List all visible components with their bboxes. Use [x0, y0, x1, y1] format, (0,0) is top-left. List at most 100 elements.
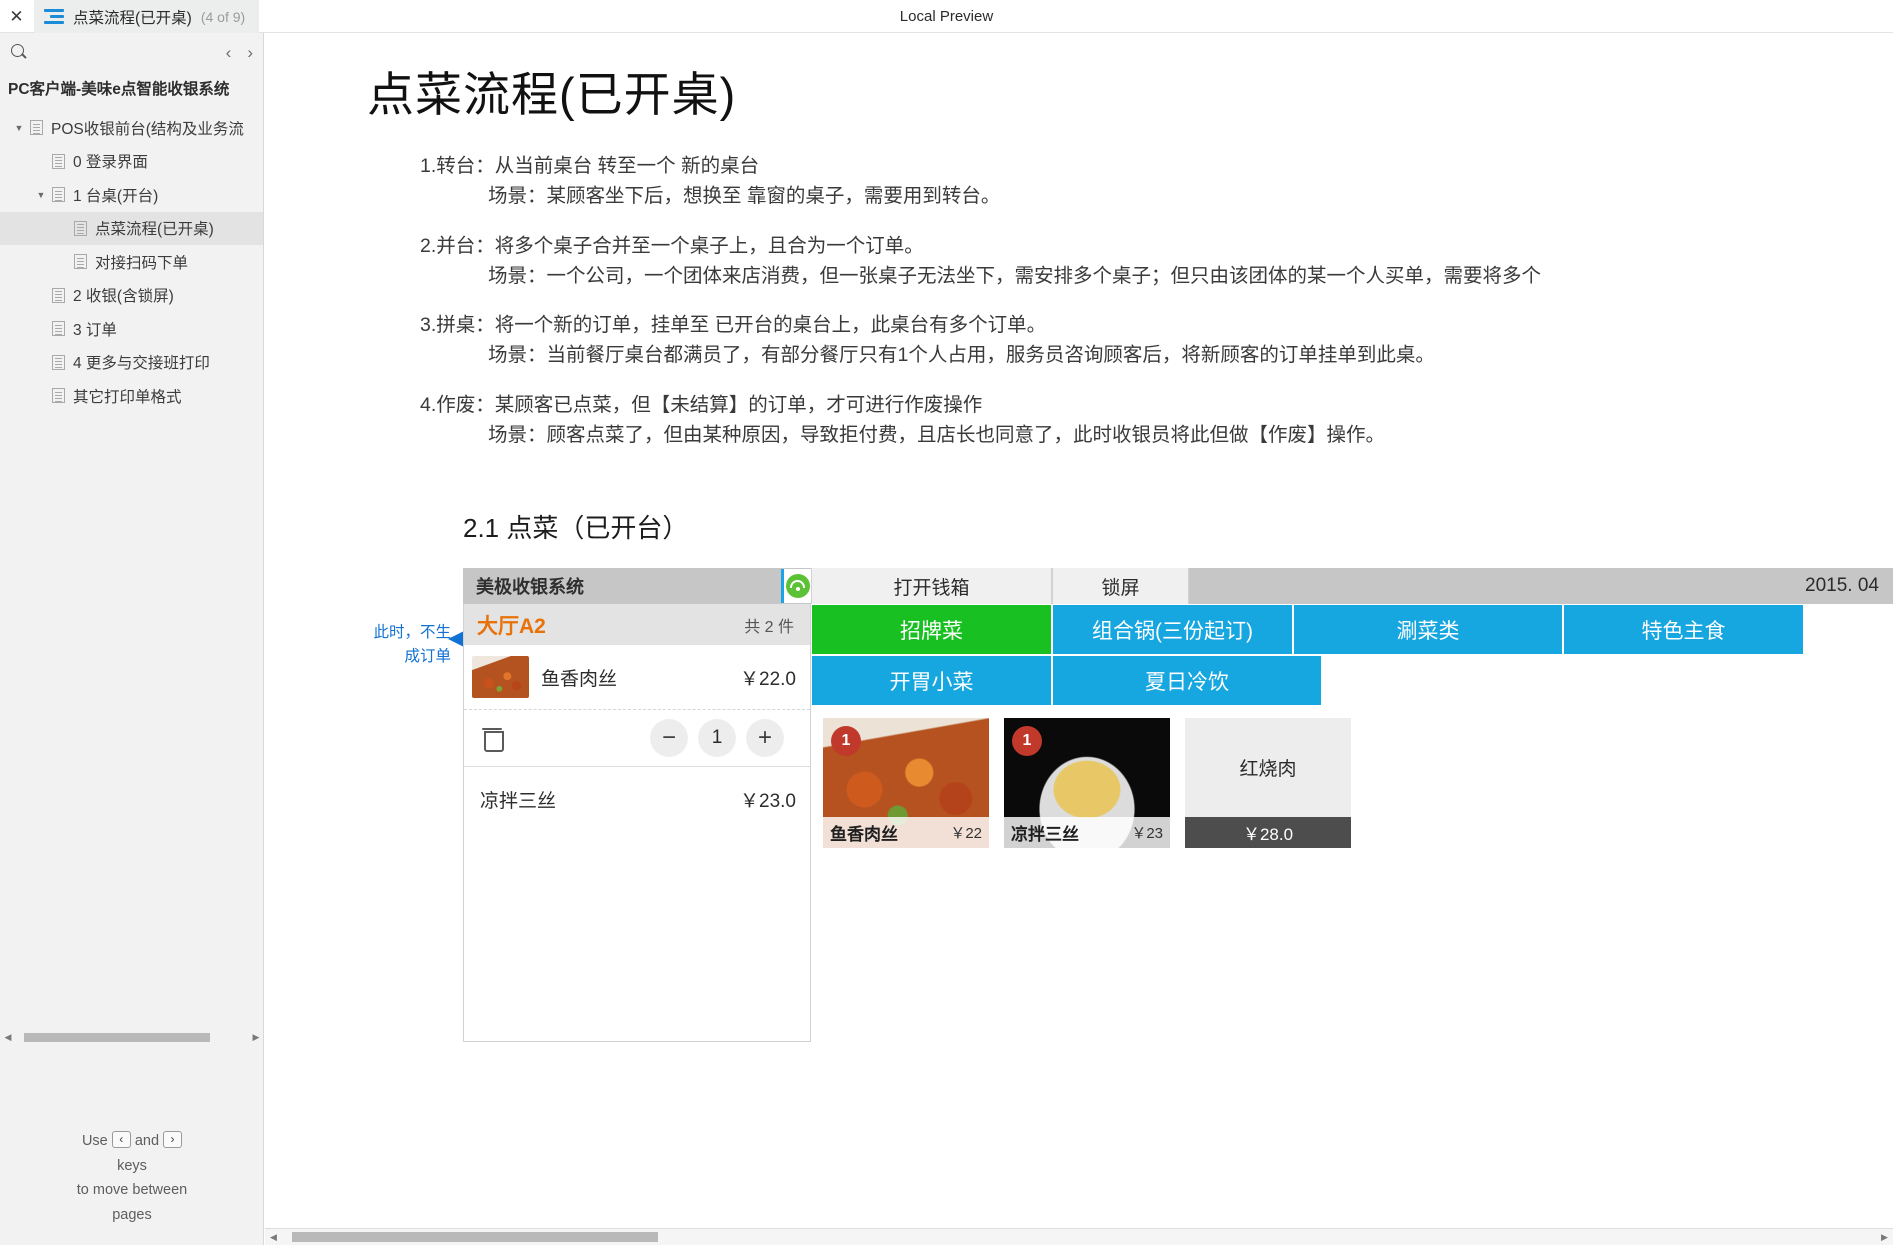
sidebar-item-0[interactable]: ▼ POS收银前台(结构及业务流 — [0, 111, 263, 145]
dish-name: 凉拌三丝 — [1011, 825, 1079, 844]
decrement-button[interactable]: − — [650, 719, 688, 757]
bullet-line-scenario: 场景：顾客点菜了，但由某种原因，导致拒付费，且店长也同意了，此时收银员将此但做【… — [488, 423, 1386, 446]
sidebar-toolbar: ‹ › — [0, 33, 263, 71]
dish-price: ￥22 — [950, 825, 982, 842]
category-button-4[interactable]: 开胃小菜 — [811, 655, 1052, 706]
keyboard-help: Use ‹ and › keys to move between pages — [0, 1129, 264, 1227]
category-button-1[interactable]: 组合锅(三份起订) — [1052, 604, 1293, 655]
chevron-down-icon[interactable]: ▼ — [8, 123, 30, 133]
dish-card[interactable]: 1 凉拌三丝 ￥23 — [1004, 718, 1170, 848]
order-item-price: ￥22.0 — [740, 668, 796, 690]
dish-grid: 1 鱼香肉丝 ￥22 1 凉拌三丝 ￥23 红烧肉 ￥28.0 — [811, 706, 1893, 848]
bullet-line-primary: 1.转台：从当前桌台 转至一个 新的桌台 — [420, 155, 760, 177]
app-root: Local Preview ✕ 点菜流程(已开桌) (4 of 9) ‹ › P… — [0, 0, 1893, 1245]
scroll-right-icon[interactable]: ▶ — [1876, 1232, 1893, 1243]
key-left-icon: ‹ — [111, 1131, 131, 1148]
local-preview-label: Local Preview — [899, 8, 994, 25]
sidebar-item-label: POS收银前台(结构及业务流 — [51, 120, 244, 138]
quantity-stepper: − 1 + — [650, 719, 784, 757]
menu-panel: 招牌菜 组合锅(三份起订) 涮菜类 特色主食开胃小菜 夏日冷饮 1 鱼香肉丝 ￥22 — [811, 604, 1893, 1042]
quantity-value: 1 — [698, 719, 736, 757]
increment-button[interactable]: + — [746, 719, 784, 757]
sidebar-item-label: 1 台桌(开台) — [73, 187, 159, 205]
sidebar-item-label: 点菜流程(已开桌) — [95, 221, 214, 239]
next-page-button[interactable]: › — [247, 44, 253, 61]
bullet-list: 1.转台：从当前桌台 转至一个 新的桌台场景：某顾客坐下后，想换至 靠窗的桌子，… — [420, 151, 1893, 469]
pos-screenshot: 美极收银系统 打开钱箱 锁屏 2015. 04 大厅A2 共 2 件 鱼香肉丝 — [463, 568, 1893, 1042]
scroll-track[interactable] — [16, 1032, 248, 1042]
pos-brand: 美极收银系统 — [463, 568, 811, 604]
bullet-line-scenario: 场景：一个公司，一个团体来店消费，但一张桌子无法坐下，需安排多个桌子；但只由该团… — [488, 264, 1542, 287]
scroll-left-icon[interactable]: ◀ — [265, 1232, 282, 1243]
dish-price: ￥23 — [1131, 825, 1163, 842]
prev-page-button[interactable]: ‹ — [226, 44, 232, 61]
order-item-name: 鱼香肉丝 — [541, 668, 618, 690]
scroll-thumb[interactable] — [24, 1032, 210, 1042]
category-button-3[interactable]: 特色主食 — [1563, 604, 1804, 655]
document-icon — [52, 153, 65, 169]
sidebar-item-label: 4 更多与交接班打印 — [73, 355, 210, 373]
document-tab[interactable]: 点菜流程(已开桌) (4 of 9) — [34, 0, 260, 33]
pos-datetime: 2015. 04 — [1189, 568, 1893, 604]
sidebar-horizontal-scrollbar[interactable]: ◀ ▶ — [0, 1029, 264, 1045]
bullet-line-scenario: 场景：当前餐厅桌台都满员了，有部分餐厅只有1个人占用，服务员咨询顾客后，将新顾客… — [488, 344, 1435, 366]
bullet-item: 4.作废：某顾客已点菜，但【未结算】的订单，才可进行作废操作 场景：顾客点菜了，但… — [420, 390, 1893, 450]
chevron-down-icon[interactable]: ▼ — [30, 190, 52, 200]
bullet-line-primary: 3.拼桌：将一个新的订单，挂单至 已开台的桌台上，此桌台有多个订单。 — [420, 314, 1047, 336]
order-item-count: 共 2 件 — [744, 618, 794, 636]
hamburger-menu-icon[interactable] — [44, 9, 64, 24]
trash-icon[interactable] — [482, 727, 504, 752]
order-item-row[interactable]: 凉拌三丝 ￥23.0 — [464, 767, 810, 831]
sidebar-item-label: 其它打印单格式 — [73, 388, 182, 406]
sidebar-nav-buttons: ‹ › — [226, 44, 253, 61]
dish-caption: 鱼香肉丝 ￥22 — [823, 817, 989, 848]
document-canvas: 点菜流程(已开桌) 1.转台：从当前桌台 转至一个 新的桌台场景：某顾客坐下后，… — [265, 33, 1893, 1245]
tab-title: 点菜流程(已开桌) — [73, 9, 192, 27]
help-and-label: and — [134, 1133, 160, 1149]
close-icon[interactable]: ✕ — [0, 0, 33, 33]
tab-page-count: (4 of 9) — [200, 8, 246, 25]
order-item-row[interactable]: 鱼香肉丝 ￥22.0 — [464, 645, 810, 709]
open-cash-drawer-button[interactable]: 打开钱箱 — [811, 568, 1052, 604]
sidebar-item-8[interactable]: 其它打印单格式 — [0, 379, 263, 413]
sidebar-item-1[interactable]: 0 登录界面 — [0, 145, 263, 179]
document-icon — [74, 220, 87, 236]
sidebar: ‹ › PC客户端-美味e点智能收银系统 ▼ POS收银前台(结构及业务流 0 登录… — [0, 33, 264, 1245]
document-icon — [52, 388, 65, 404]
search-icon[interactable] — [10, 43, 28, 61]
category-grid: 招牌菜 组合锅(三份起订) 涮菜类 特色主食开胃小菜 夏日冷饮 — [811, 604, 1893, 706]
category-button-5[interactable]: 夏日冷饮 — [1052, 655, 1322, 706]
sidebar-item-6[interactable]: 3 订单 — [0, 312, 263, 346]
page-title: 点菜流程(已开桌) — [367, 68, 737, 121]
annotation-text: 此时，不生 成订单 — [353, 621, 451, 669]
sidebar-item-5[interactable]: 2 收银(含锁屏) — [0, 279, 263, 313]
help-line-2: keys — [117, 1157, 147, 1174]
dish-card[interactable]: 红烧肉 ￥28.0 — [1185, 718, 1351, 848]
annotation-line-1: 此时，不生 — [373, 624, 451, 641]
scroll-left-icon[interactable]: ◀ — [0, 1032, 16, 1043]
wifi-icon — [781, 569, 811, 603]
sidebar-item-label: 0 登录界面 — [73, 154, 148, 172]
bullet-item: 2.并台：将多个桌子合并至一个桌子上，且合为一个订单。 场景：一个公司，一个团体来… — [420, 231, 1893, 291]
sidebar-item-2[interactable]: ▼ 1 台桌(开台) — [0, 178, 263, 212]
sidebar-tree: ▼ POS收银前台(结构及业务流 0 登录界面 ▼ 1 台桌(开台) 点菜流程(已开桌) 对… — [0, 109, 263, 413]
pos-body: 大厅A2 共 2 件 鱼香肉丝 ￥22.0 − 1 + 凉拌三丝 ￥23.0 招… — [463, 604, 1893, 1042]
dish-card[interactable]: 1 鱼香肉丝 ￥22 — [823, 718, 989, 848]
category-button-2[interactable]: 涮菜类 — [1293, 604, 1563, 655]
dish-thumbnail — [472, 656, 529, 698]
dish-name: 鱼香肉丝 — [830, 825, 898, 844]
document-icon — [52, 354, 65, 370]
bullet-item: 1.转台：从当前桌台 转至一个 新的桌台场景：某顾客坐下后，想换至 靠窗的桌子，… — [420, 151, 1893, 211]
scroll-thumb[interactable] — [292, 1232, 658, 1242]
sidebar-item-3[interactable]: 点菜流程(已开桌) — [0, 211, 263, 245]
lock-screen-button[interactable]: 锁屏 — [1052, 568, 1189, 604]
scroll-right-icon[interactable]: ▶ — [248, 1032, 264, 1043]
category-button-0[interactable]: 招牌菜 — [811, 604, 1052, 655]
sidebar-item-7[interactable]: 4 更多与交接班打印 — [0, 346, 263, 380]
key-right-icon: › — [163, 1131, 183, 1148]
document-horizontal-scrollbar[interactable]: ◀ ▶ — [265, 1228, 1893, 1245]
scroll-track[interactable] — [282, 1232, 1876, 1242]
sidebar-item-4[interactable]: 对接扫码下单 — [0, 245, 263, 279]
help-use-label: Use — [81, 1133, 108, 1149]
bullet-line-scenario: 场景：某顾客坐下后，想换至 靠窗的桌子，需要用到转台。 — [488, 185, 1001, 207]
